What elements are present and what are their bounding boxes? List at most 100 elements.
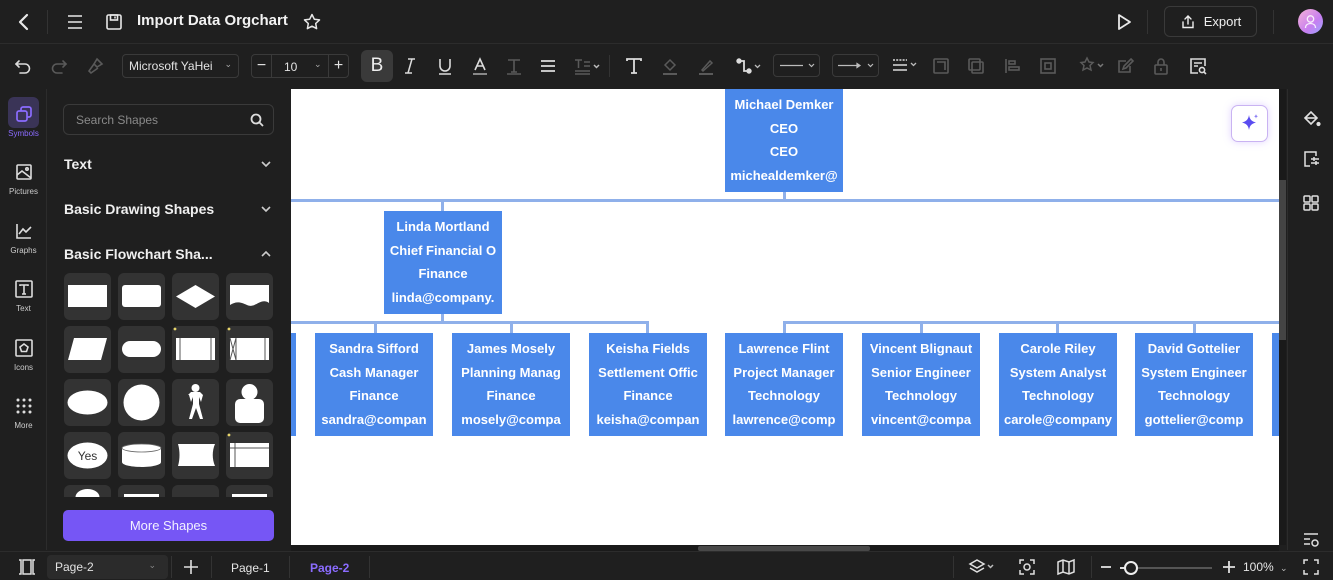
shape-decision[interactable] bbox=[172, 273, 219, 320]
lock-icon[interactable] bbox=[1150, 55, 1172, 77]
increase-font-size-button[interactable]: + bbox=[328, 55, 348, 77]
save-icon[interactable] bbox=[102, 10, 126, 34]
layers-icon[interactable] bbox=[967, 557, 999, 577]
org-node-ceo[interactable]: Michael Demker CEO CEO michealdemker@ bbox=[725, 89, 843, 192]
shape-rounded-rectangle[interactable] bbox=[118, 273, 165, 320]
send-back-icon[interactable] bbox=[965, 55, 987, 77]
nav-symbols[interactable]: Symbols bbox=[0, 97, 47, 138]
back-icon[interactable] bbox=[12, 10, 36, 34]
shape-stored-data-process[interactable] bbox=[226, 326, 273, 373]
bold-button[interactable]: B bbox=[361, 50, 393, 82]
edit-icon[interactable] bbox=[1115, 55, 1137, 77]
align-icon[interactable] bbox=[537, 55, 559, 77]
shape-ellipse[interactable] bbox=[64, 379, 111, 426]
shape-card[interactable] bbox=[172, 432, 219, 479]
font-size-stepper[interactable]: − 10 ⌄ + bbox=[251, 54, 349, 78]
line-color-icon[interactable] bbox=[695, 55, 717, 77]
add-page-icon[interactable] bbox=[181, 557, 201, 577]
search-icon[interactable] bbox=[249, 112, 265, 128]
font-size-value[interactable]: 10 bbox=[284, 60, 297, 74]
fullscreen-icon[interactable] bbox=[1301, 557, 1321, 577]
magic-effects-icon[interactable] bbox=[1078, 55, 1108, 77]
org-node[interactable]: Keisha Fields Settlement Offic Finance k… bbox=[589, 333, 707, 436]
user-avatar[interactable] bbox=[1298, 9, 1323, 34]
chevron-down-icon[interactable]: ⌄ bbox=[314, 59, 322, 70]
page-panel-toggle-icon[interactable] bbox=[17, 557, 37, 577]
line-weight-icon[interactable] bbox=[890, 55, 920, 77]
zoom-out-icon[interactable] bbox=[1099, 557, 1113, 577]
vertical-scrollbar[interactable] bbox=[1279, 180, 1286, 340]
shape-partial[interactable] bbox=[118, 485, 165, 497]
align-shapes-icon[interactable] bbox=[1001, 55, 1023, 77]
org-node-partial[interactable] bbox=[1272, 333, 1279, 436]
nav-graphs[interactable]: Graphs bbox=[0, 220, 47, 255]
section-basic-drawing-shapes[interactable]: Basic Drawing Shapes bbox=[64, 201, 272, 217]
shape-data[interactable] bbox=[64, 326, 111, 373]
page-tab-1[interactable]: Page-1 bbox=[231, 561, 270, 575]
diagram-canvas[interactable]: Michael Demker CEO CEO michealdemker@ Li… bbox=[291, 89, 1279, 545]
zoom-in-icon[interactable] bbox=[1221, 557, 1237, 577]
connector-style-icon[interactable] bbox=[735, 55, 765, 77]
shape-process[interactable] bbox=[64, 273, 111, 320]
text-strikethrough-icon[interactable] bbox=[503, 55, 525, 77]
shape-document[interactable] bbox=[226, 273, 273, 320]
undo-icon[interactable] bbox=[12, 55, 34, 77]
section-text[interactable]: Text bbox=[64, 156, 272, 172]
star-icon[interactable] bbox=[300, 10, 324, 34]
line-style-select[interactable] bbox=[773, 54, 820, 77]
play-icon[interactable] bbox=[1112, 10, 1136, 34]
group-icon[interactable] bbox=[1037, 55, 1059, 77]
org-node[interactable]: Sandra Sifford Cash Manager Finance sand… bbox=[315, 333, 433, 436]
shape-terminator[interactable] bbox=[118, 326, 165, 373]
arrow-style-select[interactable] bbox=[832, 54, 879, 77]
shape-partial[interactable] bbox=[226, 485, 273, 497]
shape-cylinder[interactable] bbox=[118, 432, 165, 479]
decrease-font-size-button[interactable]: − bbox=[252, 55, 272, 77]
format-painter-icon[interactable] bbox=[84, 55, 106, 77]
org-node[interactable]: Carole Riley System Analyst Technology c… bbox=[999, 333, 1117, 436]
shape-actor[interactable] bbox=[172, 379, 219, 426]
shape-partial[interactable] bbox=[64, 485, 111, 497]
page-select[interactable]: Page-2 ⌄ bbox=[47, 555, 168, 579]
font-color-icon[interactable] bbox=[469, 55, 491, 77]
shape-yes-ellipse[interactable]: Yes bbox=[64, 432, 111, 479]
ai-assistant-button[interactable] bbox=[1231, 105, 1268, 142]
org-node[interactable]: Lawrence Flint Project Manager Technolog… bbox=[725, 333, 843, 436]
redo-icon[interactable] bbox=[48, 55, 70, 77]
nav-text[interactable]: Text bbox=[0, 278, 47, 313]
shape-partial[interactable] bbox=[172, 485, 219, 497]
page-settings-icon[interactable] bbox=[1300, 148, 1322, 170]
font-family-select[interactable]: Microsoft YaHei ⌄ bbox=[122, 54, 239, 78]
org-node[interactable]: Linda Mortland Chief Financial O Finance… bbox=[384, 211, 502, 314]
shape-user[interactable] bbox=[226, 379, 273, 426]
focus-icon[interactable] bbox=[1017, 557, 1037, 577]
zoom-level-select[interactable]: 100% ⌄ bbox=[1243, 560, 1288, 574]
bring-front-icon[interactable] bbox=[930, 55, 952, 77]
text-spacing-icon[interactable] bbox=[572, 55, 602, 77]
nav-pictures[interactable]: Pictures bbox=[0, 161, 47, 196]
find-replace-icon[interactable] bbox=[1187, 55, 1209, 77]
nav-more[interactable]: More bbox=[0, 395, 47, 430]
org-node[interactable]: James Mosely Planning Manag Finance mose… bbox=[452, 333, 570, 436]
map-icon[interactable] bbox=[1056, 557, 1076, 577]
fill-color-icon[interactable] bbox=[659, 55, 681, 77]
menu-icon[interactable] bbox=[63, 10, 87, 34]
org-node-partial[interactable] bbox=[291, 333, 296, 436]
section-basic-flowchart-shapes[interactable]: Basic Flowchart Sha... bbox=[64, 246, 272, 262]
underline-icon[interactable] bbox=[434, 55, 456, 77]
more-shapes-button[interactable]: More Shapes bbox=[63, 510, 274, 541]
italic-icon[interactable] bbox=[399, 55, 421, 77]
fill-bucket-icon[interactable] bbox=[1300, 107, 1322, 129]
shape-predefined-process[interactable] bbox=[172, 326, 219, 373]
org-node[interactable]: Vincent Blignaut Senior Engineer Technol… bbox=[862, 333, 980, 436]
search-shapes-input[interactable]: Search Shapes bbox=[63, 104, 274, 135]
shape-internal-storage[interactable] bbox=[226, 432, 273, 479]
page-tab-2[interactable]: Page-2 bbox=[310, 561, 349, 575]
settings-list-icon[interactable] bbox=[1300, 529, 1322, 551]
grid-view-icon[interactable] bbox=[1300, 192, 1322, 214]
shape-circle[interactable] bbox=[118, 379, 165, 426]
nav-icons[interactable]: Icons bbox=[0, 337, 47, 372]
document-title[interactable]: Import Data Orgchart bbox=[137, 12, 288, 29]
zoom-slider-handle[interactable] bbox=[1124, 561, 1138, 575]
org-node[interactable]: David Gottelier System Engineer Technolo… bbox=[1135, 333, 1253, 436]
